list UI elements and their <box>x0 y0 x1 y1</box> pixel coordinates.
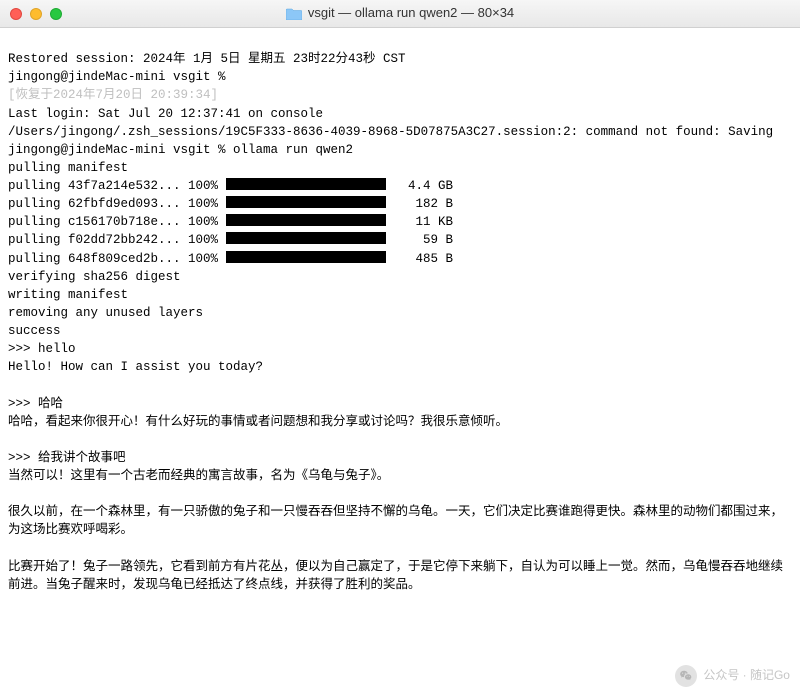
watermark-text: 公众号 · 随记Go <box>703 667 790 684</box>
verify-line: verifying sha256 digest <box>8 270 181 284</box>
progress-bar <box>226 232 386 244</box>
progress-bar <box>226 214 386 226</box>
recovery-hint: [恢复于2024年7月20日 20:39:34] <box>8 88 218 102</box>
progress-bar <box>226 251 386 263</box>
prompt-line: jingong@jindeMac-mini vsgit % <box>8 70 226 84</box>
pull-progress-row: pulling 62fbfd9ed093... 100% 182 B <box>8 195 792 213</box>
folder-icon <box>286 7 302 20</box>
assistant-reply: 哈哈，看起来你很开心！有什么好玩的事情或者问题想和我分享或讨论吗？我很乐意倾听。 <box>8 415 508 429</box>
success-line: success <box>8 324 61 338</box>
minimize-icon[interactable] <box>30 8 42 20</box>
assistant-reply: 比赛开始了！兔子一路领先，它看到前方有片花丛，便以为自己赢定了，于是它停下来躺下… <box>8 560 783 592</box>
terminal-output[interactable]: Restored session: 2024年 1月 5日 星期五 23时22分… <box>0 28 800 697</box>
pull-manifest-line: pulling manifest <box>8 161 128 175</box>
title-text: vsgit — ollama run qwen2 — 80×34 <box>308 4 514 23</box>
last-login-line: Last login: Sat Jul 20 12:37:41 on conso… <box>8 107 323 121</box>
user-prompt: >>> 哈哈 <box>8 397 63 411</box>
pull-progress-rows: pulling 43f7a214e532... 100% 4.4 GBpulli… <box>8 177 792 268</box>
pull-progress-row: pulling 648f809ced2b... 100% 485 B <box>8 250 792 268</box>
restored-session-line: Restored session: 2024年 1月 5日 星期五 23时22分… <box>8 52 406 66</box>
pull-progress-row: pulling f02dd72bb242... 100% 59 B <box>8 231 792 249</box>
assistant-reply: 当然可以！这里有一个古老而经典的寓言故事，名为《乌龟与兔子》。 <box>8 469 389 483</box>
progress-bar <box>226 178 386 190</box>
error-line: /Users/jingong/.zsh_sessions/19C5F333-86… <box>8 125 773 139</box>
wechat-icon <box>675 665 697 687</box>
pull-progress-row: pulling 43f7a214e532... 100% 4.4 GB <box>8 177 792 195</box>
progress-bar <box>226 196 386 208</box>
removing-line: removing any unused layers <box>8 306 203 320</box>
close-icon[interactable] <box>10 8 22 20</box>
assistant-reply: 很久以前，在一个森林里，有一只骄傲的兔子和一只慢吞吞但坚持不懈的乌龟。一天，它们… <box>8 505 783 537</box>
window-title: vsgit — ollama run qwen2 — 80×34 <box>0 4 800 23</box>
titlebar: vsgit — ollama run qwen2 — 80×34 <box>0 0 800 28</box>
run-command-line: jingong@jindeMac-mini vsgit % ollama run… <box>8 143 353 157</box>
writing-line: writing manifest <box>8 288 128 302</box>
window-controls <box>10 8 62 20</box>
user-prompt: >>> hello <box>8 342 76 356</box>
watermark: 公众号 · 随记Go <box>675 665 790 687</box>
assistant-reply: Hello! How can I assist you today? <box>8 360 263 374</box>
user-prompt: >>> 给我讲个故事吧 <box>8 451 126 465</box>
pull-progress-row: pulling c156170b718e... 100% 11 KB <box>8 213 792 231</box>
maximize-icon[interactable] <box>50 8 62 20</box>
